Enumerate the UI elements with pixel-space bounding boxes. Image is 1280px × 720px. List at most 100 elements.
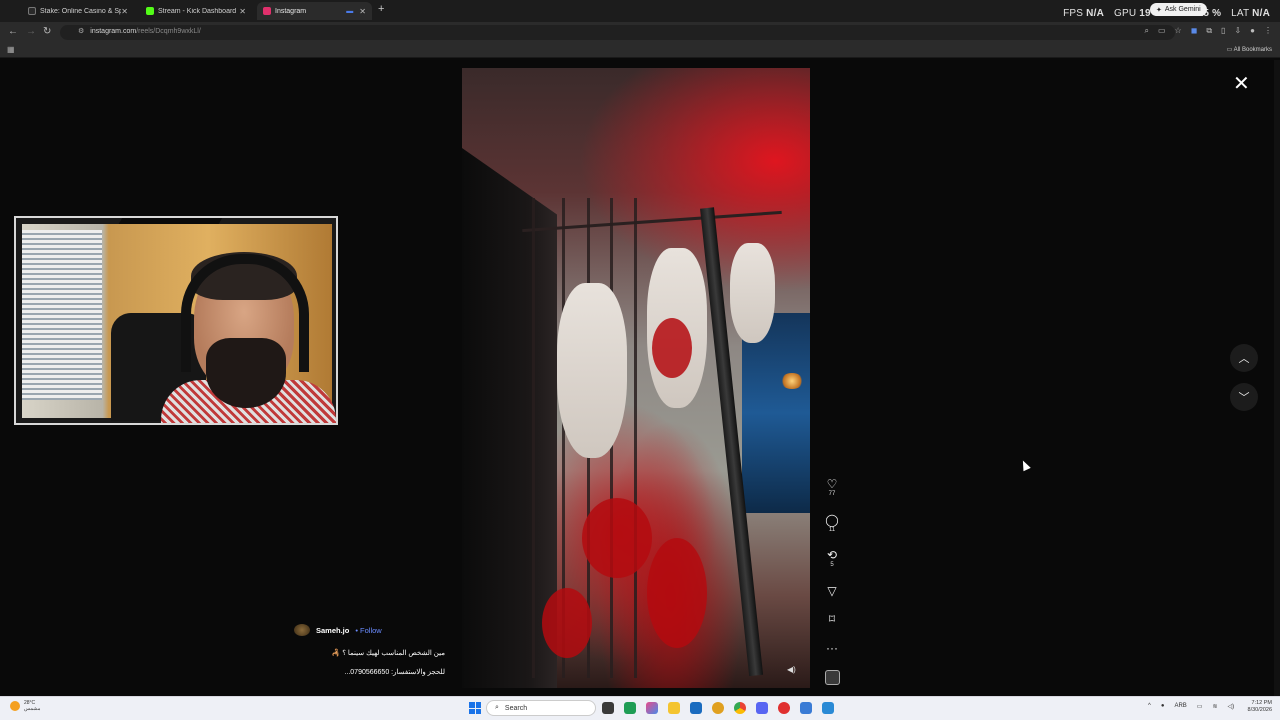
- video-light: [780, 373, 804, 389]
- next-reel-button[interactable]: ﹀: [1230, 383, 1258, 411]
- display-icon[interactable]: ▭: [1197, 703, 1203, 710]
- taskbar-apps: [602, 702, 834, 714]
- copilot-icon[interactable]: [646, 702, 658, 714]
- tab-media-icon: ▬: [346, 7, 354, 15]
- audio-thumbnail[interactable]: [825, 670, 840, 685]
- tab-stake[interactable]: Stake: Online Casino & Sports B ✕: [22, 2, 134, 20]
- video-door: [742, 313, 810, 513]
- scrollbar[interactable]: [1274, 60, 1280, 696]
- system-tray: ^ ● ARB ▭ ≋ ◁): [1148, 703, 1234, 710]
- reload-icon[interactable]: ↻: [43, 26, 51, 37]
- repost-button[interactable]: ⟲ 5: [820, 549, 844, 569]
- store-icon[interactable]: [690, 702, 702, 714]
- app-icon[interactable]: [800, 702, 812, 714]
- video-bar: [634, 198, 637, 678]
- file-explorer-icon[interactable]: [668, 702, 680, 714]
- search-icon: ⌕: [495, 704, 499, 711]
- save-button[interactable]: ⌑: [820, 613, 844, 625]
- address-bar[interactable]: [60, 25, 1175, 40]
- cast-icon[interactable]: ▭: [1158, 26, 1166, 36]
- bookmark-icon: ⌑: [828, 612, 836, 626]
- tab-close-icon[interactable]: ✕: [121, 7, 128, 16]
- share-icon: ▽: [827, 584, 837, 598]
- app-icon[interactable]: [822, 702, 834, 714]
- author-username[interactable]: Sameh.jo: [316, 626, 349, 635]
- follow-button[interactable]: • Follow: [355, 626, 381, 635]
- video-figure: [557, 283, 627, 458]
- video-blood: [647, 538, 707, 648]
- folder-icon: ▭: [1226, 47, 1233, 53]
- task-view-icon[interactable]: [602, 702, 614, 714]
- frame-notch: [118, 218, 224, 224]
- app-icon[interactable]: [778, 702, 790, 714]
- microphone-icon[interactable]: ●: [1161, 703, 1165, 710]
- zoom-icon[interactable]: ⌕: [1144, 26, 1148, 36]
- wifi-icon[interactable]: ≋: [1212, 703, 1217, 710]
- share-button[interactable]: ▽: [820, 585, 844, 597]
- caption-line: مين الشخص المناسب لهيك سينما ؟ 🦂: [331, 650, 445, 657]
- site-info-icon[interactable]: ⚙: [78, 28, 84, 35]
- chevron-up-icon: ︿: [1238, 353, 1250, 365]
- profile-icon[interactable]: ●: [1250, 26, 1255, 36]
- video-blood: [652, 318, 692, 378]
- clock[interactable]: 7:12 PM 8/30/2026: [1232, 700, 1272, 714]
- back-icon[interactable]: ←: [8, 26, 18, 37]
- ask-gemini-button[interactable]: ✦ Ask Gemini: [1150, 3, 1207, 16]
- close-icon[interactable]: ✕: [1233, 74, 1250, 94]
- menu-icon[interactable]: ⋮: [1264, 26, 1272, 36]
- avatar[interactable]: [294, 624, 310, 636]
- stake-favicon-icon: [28, 7, 36, 15]
- sun-icon: [10, 701, 20, 711]
- url-text[interactable]: ⚙ instagram.com/reels/Dcqmh9wxkLl/: [78, 27, 201, 35]
- bookmarks-bar: [0, 42, 1280, 58]
- app-icon[interactable]: [624, 702, 636, 714]
- headset-icon: [181, 254, 309, 372]
- extension-icon[interactable]: ◼: [1191, 26, 1198, 36]
- tab-close-icon[interactable]: ✕: [359, 7, 366, 16]
- webcam-blinds: [22, 230, 102, 400]
- video-bar: [532, 198, 535, 678]
- video-figure: [730, 243, 775, 343]
- sparkle-icon: ✦: [1156, 6, 1162, 14]
- all-bookmarks[interactable]: ▭ All Bookmarks: [1227, 46, 1272, 53]
- screen: Stake: Online Casino & Sports B ✕ Stream…: [0, 0, 1280, 720]
- apps-grid-icon[interactable]: ▦: [7, 45, 15, 54]
- mute-icon[interactable]: ◀): [787, 665, 796, 674]
- comment-button[interactable]: ◯ 11: [820, 514, 844, 534]
- more-button[interactable]: ···: [820, 642, 844, 654]
- windows-logo-icon: [469, 702, 475, 708]
- tab-instagram[interactable]: Instagram ▬ ✕: [257, 2, 372, 20]
- chrome-icon[interactable]: [734, 702, 746, 714]
- kick-favicon-icon: [146, 7, 154, 15]
- discord-icon[interactable]: [756, 702, 768, 714]
- chevron-down-icon: ﹀: [1238, 392, 1250, 404]
- video-blood: [542, 588, 592, 658]
- weather-widget[interactable]: 28°C مشمس: [10, 700, 40, 712]
- chevron-up-icon[interactable]: ^: [1148, 703, 1151, 710]
- more-icon: ···: [826, 641, 838, 655]
- comment-icon: ◯: [825, 513, 839, 527]
- heart-icon: ♡: [826, 477, 838, 491]
- toolbar-icons: ⌕ ▭ ☆ ◼ ⧉ ▯ ⇩ ● ⋮: [1144, 26, 1272, 36]
- reel-author: Sameh.jo • Follow: [294, 624, 382, 636]
- like-button[interactable]: ♡ 77: [820, 478, 844, 498]
- start-button[interactable]: [469, 702, 481, 714]
- previous-reel-button[interactable]: ︿: [1230, 344, 1258, 372]
- download-icon[interactable]: ⇩: [1234, 26, 1241, 36]
- webcam-overlay: [14, 216, 338, 425]
- tab-kick[interactable]: Stream - Kick Dashboard ✕: [140, 2, 252, 20]
- star-icon[interactable]: ☆: [1175, 26, 1182, 36]
- forward-icon[interactable]: →: [26, 26, 36, 37]
- app-icon[interactable]: [712, 702, 724, 714]
- instagram-favicon-icon: [263, 7, 271, 15]
- taskbar-search[interactable]: ⌕ Search: [486, 700, 596, 716]
- repost-icon: ⟲: [826, 548, 838, 562]
- puzzle-icon[interactable]: ⧉: [1206, 26, 1212, 36]
- sidepanel-icon[interactable]: ▯: [1221, 26, 1225, 36]
- new-tab-button[interactable]: +: [378, 3, 384, 15]
- tab-close-icon[interactable]: ✕: [239, 7, 246, 16]
- language-indicator[interactable]: ARB: [1174, 703, 1186, 710]
- reel-video[interactable]: [462, 68, 810, 688]
- video-blood: [582, 498, 652, 578]
- caption-line[interactable]: للحجز والاستفسار: 0790566650...: [300, 668, 445, 676]
